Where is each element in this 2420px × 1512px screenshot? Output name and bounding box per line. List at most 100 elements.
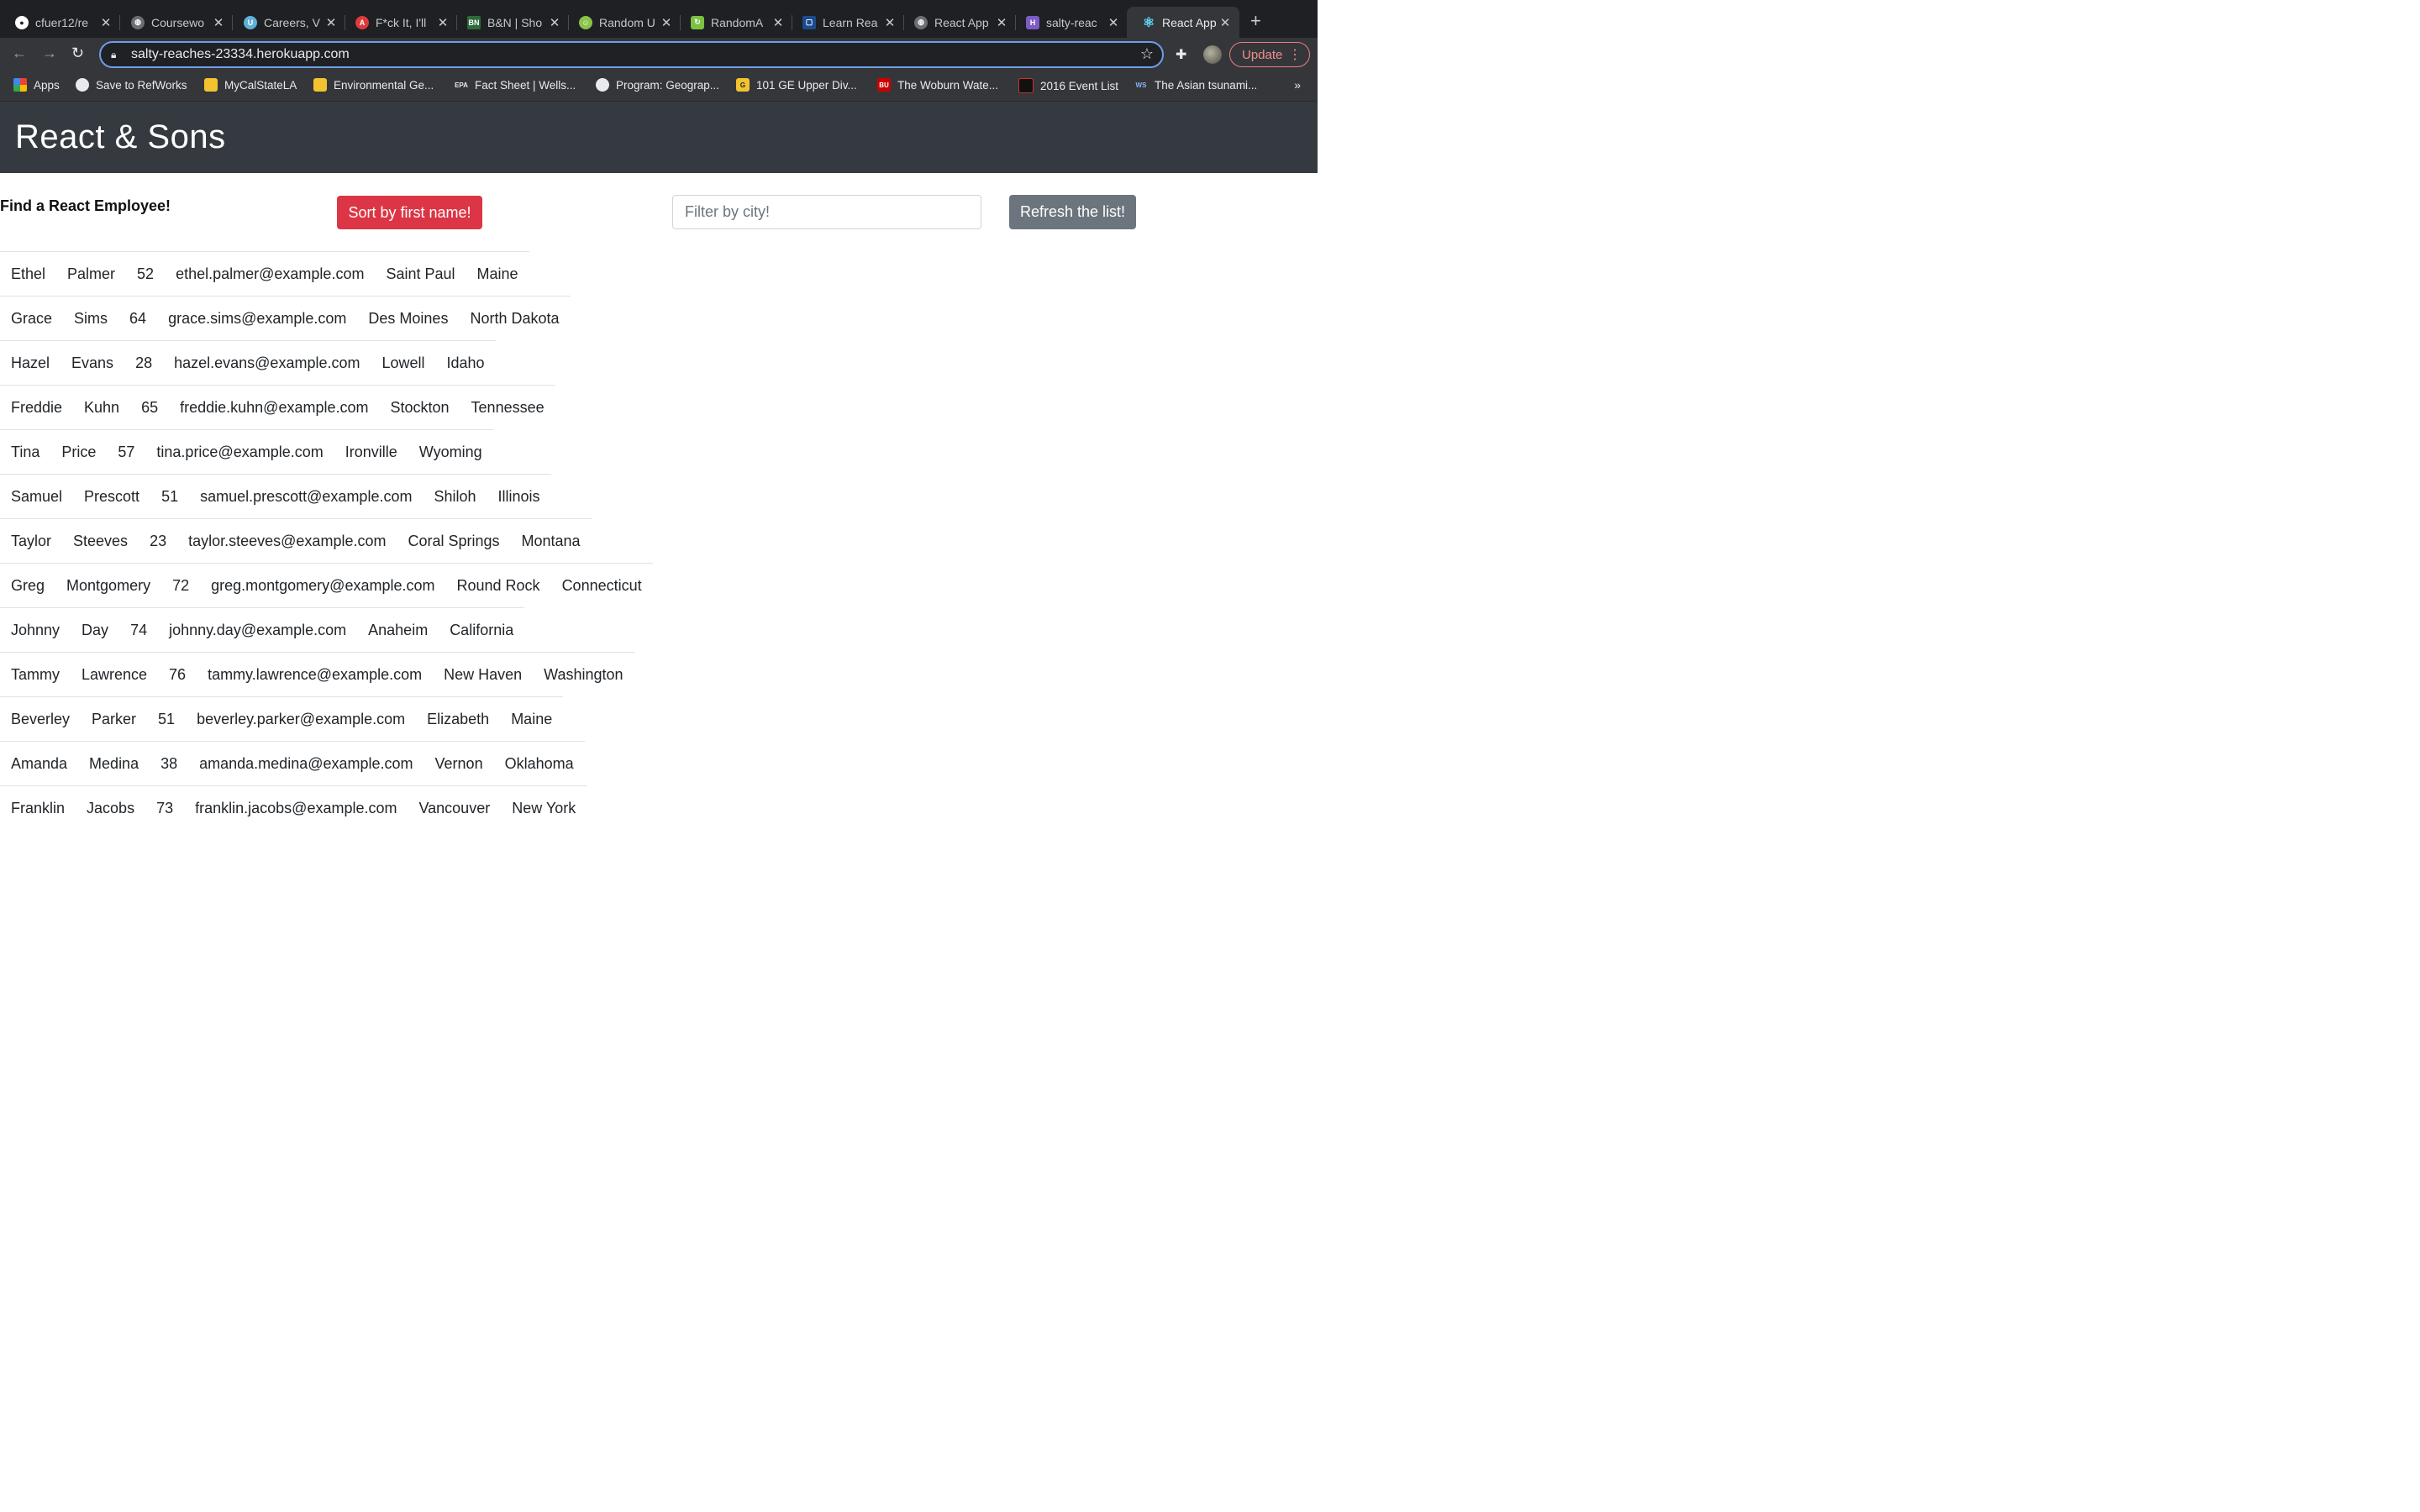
browser-tab[interactable]: U Careers, V ✕ bbox=[229, 7, 345, 38]
browser-tab[interactable]: ◍ Coursewo ✕ bbox=[116, 7, 233, 38]
employee-email: johnny.day@example.com bbox=[169, 621, 347, 638]
employee-state: Maine bbox=[476, 265, 518, 282]
employee-first-name: Amanda bbox=[11, 754, 68, 772]
employee-first-name: Samuel bbox=[11, 487, 63, 505]
heroku-icon: H bbox=[1026, 15, 1039, 29]
employee-city: New Haven bbox=[444, 665, 523, 683]
forward-arrow-icon[interactable]: → bbox=[42, 45, 57, 62]
employee-email: amanda.medina@example.com bbox=[199, 754, 413, 772]
employee-row: Beverley Parker 51 beverley.parker@example.… bbox=[0, 696, 564, 741]
employee-age: 76 bbox=[169, 665, 187, 683]
employee-email: taylor.steeves@example.com bbox=[188, 532, 387, 549]
close-tab-icon[interactable]: ✕ bbox=[771, 15, 786, 30]
employee-email: tina.price@example.com bbox=[156, 443, 324, 460]
bookmark-item[interactable]: WS The Asian tsunami... bbox=[1134, 78, 1258, 92]
close-tab-icon[interactable]: ✕ bbox=[211, 15, 226, 30]
browser-toolbar: ← → ↻ 🔒︎ salty-reaches-23334.herokuapp.c… bbox=[0, 38, 1318, 71]
url-text[interactable]: salty-reaches-23334.herokuapp.com bbox=[131, 47, 350, 62]
employee-first-name: Johnny bbox=[11, 621, 60, 638]
bookmark-item[interactable]: Environmental Ge... bbox=[313, 78, 434, 92]
employee-first-name: Tina bbox=[11, 443, 40, 460]
employee-first-name: Ethel bbox=[11, 265, 46, 282]
react-icon: ⚛ bbox=[1142, 15, 1155, 30]
employee-age: 23 bbox=[150, 532, 167, 549]
employee-row: Tina Price 57 tina.price@example.com Ironvil… bbox=[0, 429, 493, 474]
globe-icon: ◍ bbox=[131, 15, 145, 29]
browser-tab[interactable]: A F*ck It, I'll ✕ bbox=[340, 7, 457, 38]
profile-avatar[interactable] bbox=[1203, 45, 1222, 64]
close-tab-icon[interactable]: ✕ bbox=[547, 15, 562, 30]
ge-icon: G bbox=[736, 78, 750, 92]
employee-row: Johnny Day 74 johnny.day@example.com Anaheim… bbox=[0, 607, 525, 652]
new-tab-icon[interactable]: + bbox=[1250, 10, 1261, 32]
employee-age: 74 bbox=[130, 621, 148, 638]
bookmark-item[interactable]: Save to RefWorks bbox=[76, 78, 187, 92]
close-tab-icon[interactable]: ✕ bbox=[324, 15, 339, 30]
browser-tab[interactable]: ↻ RandomA ✕ bbox=[676, 7, 792, 38]
employee-state: Maine bbox=[511, 710, 553, 727]
sort-first-name-button[interactable]: Sort by first name! bbox=[337, 196, 482, 229]
employee-age: 28 bbox=[135, 354, 153, 371]
employee-email: greg.montgomery@example.com bbox=[211, 576, 435, 594]
employee-email: samuel.prescott@example.com bbox=[200, 487, 413, 505]
browser-tab[interactable]: ▢ Learn Rea ✕ bbox=[787, 7, 904, 38]
bookmark-item[interactable]: MyCalStateLA bbox=[204, 78, 297, 92]
employee-city: Anaheim bbox=[368, 621, 429, 638]
browser-tab[interactable]: H salty-reac ✕ bbox=[1011, 7, 1128, 38]
employee-age: 65 bbox=[141, 398, 159, 416]
employee-row: Freddie Kuhn 65 freddie.kuhn@example.com Sto… bbox=[0, 385, 555, 429]
bookmark-item[interactable]: 2016 Event List bbox=[1018, 78, 1118, 93]
close-tab-icon[interactable]: ✕ bbox=[659, 15, 674, 30]
employee-row: Greg Montgomery 72 greg.montgomery@example.… bbox=[0, 563, 653, 607]
browser-tab[interactable]: BN B&N | Sho ✕ bbox=[452, 7, 569, 38]
employee-row: Tammy Lawrence 76 tammy.lawrence@example.co… bbox=[0, 652, 634, 696]
employee-age: 51 bbox=[158, 710, 176, 727]
close-tab-icon[interactable]: ✕ bbox=[882, 15, 897, 30]
page-icon: ▢ bbox=[802, 15, 816, 29]
employee-first-name: Hazel bbox=[11, 354, 50, 371]
close-tab-icon[interactable]: ✕ bbox=[994, 15, 1009, 30]
menu-kebab-icon: ⋮ bbox=[1288, 48, 1302, 62]
employee-age: 51 bbox=[161, 487, 179, 505]
browser-tab[interactable]: ◍ React App ✕ bbox=[899, 7, 1016, 38]
employee-last-name: Jacobs bbox=[87, 799, 135, 816]
close-tab-icon[interactable]: ✕ bbox=[1106, 15, 1121, 30]
bookmark-item[interactable]: G 101 GE Upper Div... bbox=[736, 78, 857, 92]
browser-tab[interactable]: ☺ Random U ✕ bbox=[564, 7, 681, 38]
employee-last-name: Prescott bbox=[84, 487, 140, 505]
employee-row: Franklin Jacobs 73 franklin.jacobs@example.… bbox=[0, 785, 587, 830]
bookmark-apps[interactable]: Apps bbox=[13, 78, 60, 92]
employee-city: Shiloh bbox=[434, 487, 476, 505]
chevron-more-icon[interactable]: » bbox=[1294, 78, 1301, 92]
page-header: React & Sons bbox=[0, 102, 1318, 173]
back-arrow-icon[interactable]: ← bbox=[12, 45, 27, 62]
update-button[interactable]: Update ⋮ bbox=[1229, 42, 1310, 67]
employee-email: freddie.kuhn@example.com bbox=[180, 398, 369, 416]
a-logo-icon: A bbox=[355, 15, 369, 29]
address-bar[interactable]: 🔒︎ salty-reaches-23334.herokuapp.com ☆ bbox=[99, 41, 1164, 68]
apps-grid-icon bbox=[13, 78, 27, 92]
employee-row: Grace Sims 64 grace.sims@example.com Des Moi… bbox=[0, 296, 571, 340]
employee-row: Ethel Palmer 52 ethel.palmer@example.com Sai… bbox=[0, 251, 529, 296]
close-tab-icon[interactable]: ✕ bbox=[98, 15, 113, 30]
browser-tab-active[interactable]: ⚛ React App ✕ bbox=[1127, 7, 1239, 38]
browser-tab[interactable]: ● cfuer12/re ✕ bbox=[0, 7, 120, 38]
employee-first-name: Grace bbox=[11, 309, 53, 327]
extensions-puzzle-icon[interactable]: ✚ bbox=[1176, 46, 1186, 63]
close-tab-icon[interactable]: ✕ bbox=[1218, 15, 1233, 30]
employee-email: grace.sims@example.com bbox=[168, 309, 347, 327]
bookmark-star-icon[interactable]: ☆ bbox=[1140, 45, 1154, 63]
employee-state: New York bbox=[512, 799, 576, 816]
close-tab-icon[interactable]: ✕ bbox=[435, 15, 450, 30]
employee-age: 52 bbox=[137, 265, 155, 282]
csula-icon bbox=[204, 78, 218, 92]
reload-icon[interactable]: ↻ bbox=[71, 45, 84, 62]
bookmark-item[interactable]: EPA Fact Sheet | Wells... bbox=[455, 78, 576, 92]
bookmark-item[interactable]: BU The Woburn Wate... bbox=[877, 78, 998, 92]
refresh-list-button[interactable]: Refresh the list! bbox=[1009, 195, 1136, 229]
bookmark-item[interactable]: Program: Geograp... bbox=[596, 78, 719, 92]
employee-state: Illinois bbox=[497, 487, 540, 505]
employee-first-name: Taylor bbox=[11, 532, 52, 549]
filter-city-input[interactable] bbox=[672, 195, 981, 229]
employee-city: Coral Springs bbox=[408, 532, 500, 549]
